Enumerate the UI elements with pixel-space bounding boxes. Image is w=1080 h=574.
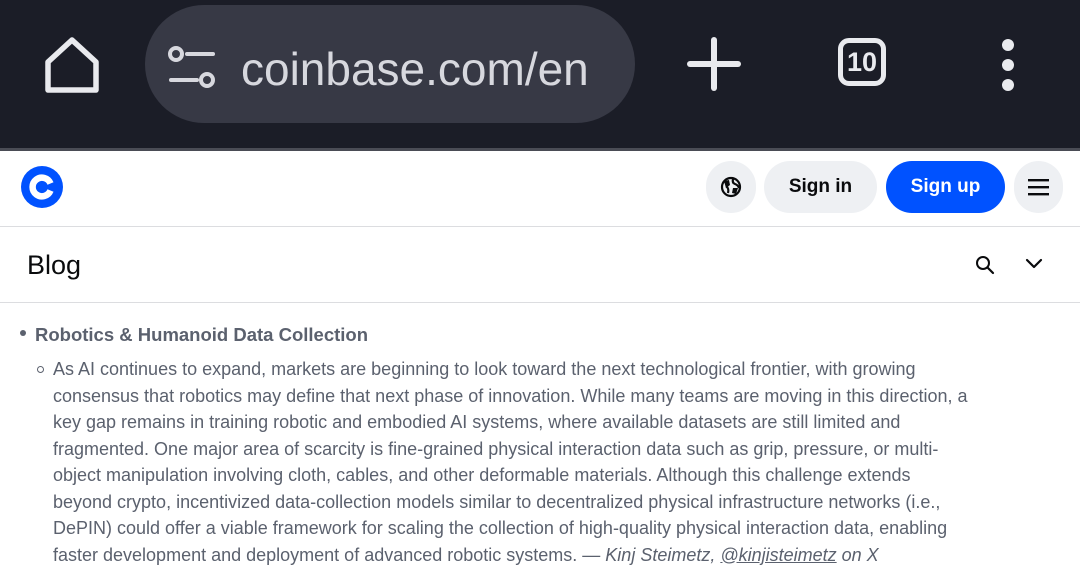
more-vert-icon[interactable] [990,38,1026,92]
paragraph-last-line: faster development and deployment of adv… [53,542,1065,569]
paragraph-line: fragmented. One major area of scarcity i… [53,438,939,459]
article-paragraph: As AI continues to expand, markets are b… [53,356,1065,568]
section-heading: Robotics & Humanoid Data Collection [35,324,369,345]
home-icon[interactable] [40,34,104,94]
paragraph-line-text: faster development and deployment of adv… [53,544,606,565]
chevron-down-icon[interactable] [1024,257,1044,271]
menu-button[interactable] [1014,161,1063,213]
paragraph-line: consensus that robotics may define that … [53,385,968,406]
search-icon[interactable] [975,255,995,275]
paragraph-line: As AI continues to expand, markets are b… [53,359,916,379]
sublist-bullet [37,366,44,373]
globe-icon [720,176,742,198]
paragraph-line: key gap remains in training robotic and … [53,412,901,432]
attribution-suffix: on X [836,544,879,565]
paragraph-line: DePIN) could offer a viable framework fo… [53,518,948,538]
sign-up-button[interactable]: Sign up [886,161,1005,213]
attribution-name: Kinj Steimetz, [605,544,721,565]
paragraph-line: object manipulation involving cloth, cab… [53,465,911,485]
blog-nav-bar: Blog [0,227,1080,303]
site-header: Sign in Sign up [0,151,1080,227]
tune-icon[interactable] [167,45,217,89]
paragraph-line: beyond crypto, incentivized data-collect… [53,491,941,512]
language-button[interactable] [706,161,756,213]
plus-icon[interactable] [686,36,742,92]
blog-title[interactable]: Blog [27,247,81,283]
sign-in-button[interactable]: Sign in [764,161,877,213]
hamburger-icon [1028,179,1049,196]
tab-switcher-button[interactable]: 10 [838,38,886,86]
attribution-handle-link[interactable]: @kinjisteimetz [720,545,836,565]
coinbase-logo-icon[interactable] [21,166,63,208]
address-bar[interactable]: coinbase.com/en [145,5,635,123]
list-bullet [20,330,26,336]
url-text[interactable]: coinbase.com/en [241,39,616,99]
browser-toolbar: coinbase.com/en 10 [0,0,1080,148]
